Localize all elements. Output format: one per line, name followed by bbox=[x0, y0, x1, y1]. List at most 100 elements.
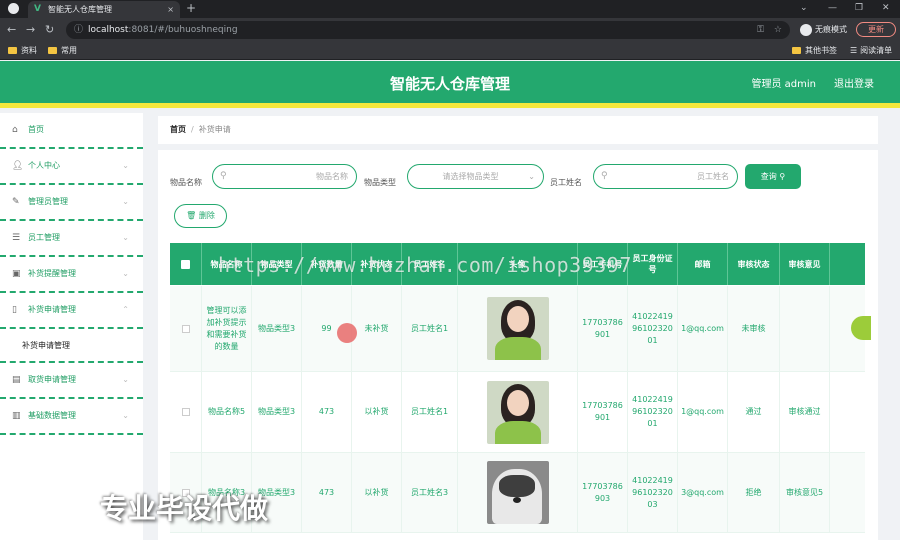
sidebar-item-admins[interactable]: ✎ 管理员管理 ⌄ bbox=[0, 185, 143, 221]
row-checkbox[interactable] bbox=[181, 324, 190, 333]
cell-quantity: 473 bbox=[302, 372, 352, 452]
watermark: https://www.huzhan.com/ishop39397 bbox=[218, 253, 632, 277]
sidebar-item-label: 管理员管理 bbox=[28, 197, 68, 206]
incognito-label: 无痕模式 bbox=[815, 25, 847, 34]
vue-logo-icon: V bbox=[34, 4, 41, 14]
sidebar-item-profile[interactable]: 👤︎ 个人中心 ⌄ bbox=[0, 149, 143, 185]
sidebar-item-label: 取货申请管理 bbox=[28, 375, 76, 384]
bookmarks-bar: 资料 常用 其他书签 ☰ 阅读清单 bbox=[0, 42, 900, 60]
restore-icon[interactable]: ❐ bbox=[855, 0, 863, 17]
item-name-search[interactable]: ⚲ bbox=[212, 164, 357, 189]
sidebar-item-label: 补货提醒管理 bbox=[28, 269, 76, 278]
sidebar-item-restock-reminder[interactable]: ▣ 补货提醒管理 ⌄ bbox=[0, 257, 143, 293]
cell-audit-opinion: 审核通过 bbox=[780, 372, 830, 452]
close-tab-icon[interactable]: × bbox=[167, 1, 174, 18]
url-input[interactable]: ⓘ localhost:8081/#/buhuoshneqing ⚿ ☆ bbox=[66, 21, 790, 39]
forward-icon[interactable]: → bbox=[26, 18, 35, 42]
box-icon: ▤ bbox=[12, 375, 21, 385]
breadcrumb-home[interactable]: 首页 bbox=[170, 125, 186, 134]
column-header[interactable]: 审核状态 bbox=[728, 243, 780, 285]
cell-audit-status: 拒绝 bbox=[728, 453, 780, 532]
browser-logo-icon bbox=[8, 3, 19, 14]
select-all-checkbox[interactable] bbox=[181, 259, 190, 269]
tab-search-icon[interactable]: ⌄ bbox=[800, 0, 808, 17]
item-name-input[interactable] bbox=[233, 165, 348, 188]
chevron-down-icon: ⌄ bbox=[122, 375, 129, 384]
cell-staff-name: 员工姓名1 bbox=[402, 372, 458, 452]
bookmark-label: 阅读清单 bbox=[860, 46, 893, 55]
search-icon: ⚲ bbox=[779, 172, 786, 181]
sidebar-item-base-data[interactable]: ▥ 基础数据管理 ⌄ bbox=[0, 399, 143, 435]
new-tab-icon[interactable]: + bbox=[186, 0, 196, 17]
sidebar-item-home[interactable]: ⌂ 首页 bbox=[0, 113, 143, 149]
sidebar-subitem-restock-apply[interactable]: 补货申请管理 bbox=[0, 329, 143, 363]
close-window-icon[interactable]: ✕ bbox=[882, 0, 890, 17]
key-icon[interactable]: ⚿ bbox=[757, 21, 764, 39]
star-icon[interactable]: ☆ bbox=[774, 21, 782, 39]
cell-restock-status: 以补货 bbox=[352, 372, 402, 452]
cell-idcard: 410224199610232003 bbox=[628, 453, 678, 532]
breadcrumb-current: 补货申请 bbox=[198, 125, 231, 134]
cell-email: 1@qq.com bbox=[678, 286, 728, 371]
chevron-up-icon: ⌃ bbox=[122, 305, 129, 314]
folder-icon bbox=[8, 47, 17, 54]
sidebar-item-restock-apply[interactable]: ▯ 补货申请管理 ⌃ bbox=[0, 293, 143, 329]
table-row[interactable]: 物品名称5 物品类型3 473 以补货 员工姓名1 17703786901 41… bbox=[170, 372, 865, 453]
staff-name-search[interactable]: ⚲ bbox=[593, 164, 738, 189]
incognito-indicator[interactable]: 无痕模式 bbox=[800, 21, 847, 39]
sidebar-item-label: 员工管理 bbox=[28, 233, 60, 242]
column-header[interactable]: 员工身份证号 bbox=[628, 243, 678, 285]
cell-phone: 17703786901 bbox=[578, 286, 628, 371]
site-info-icon[interactable]: ⓘ bbox=[74, 21, 83, 39]
url-host: localhost bbox=[88, 25, 129, 35]
sidebar: ⌂ 首页 👤︎ 个人中心 ⌄ ✎ 管理员管理 ⌄ ☰ 员工管理 ⌄ ▣ 补货提醒管理 ⌄ ▯ 补货申… bbox=[0, 113, 143, 540]
chevron-down-icon: ⌄ bbox=[122, 233, 129, 242]
query-button[interactable]: 查询 ⚲ bbox=[745, 164, 801, 189]
column-header[interactable]: 审核意见 bbox=[780, 243, 830, 285]
item-type-select[interactable]: 请选择物品类型 ⌄ bbox=[407, 164, 544, 189]
url-path: :8081/#/buhuoshneqing bbox=[128, 25, 238, 35]
reading-list-icon: ☰ bbox=[850, 46, 858, 55]
update-button[interactable]: 更新 bbox=[856, 22, 896, 37]
browser-tab[interactable]: V 智能无人仓库管理 × bbox=[28, 1, 180, 18]
sidebar-item-label: 首页 bbox=[28, 125, 44, 134]
bookmark-folder-2[interactable]: 常用 bbox=[48, 42, 77, 60]
cell-item-type: 物品类型3 bbox=[252, 286, 302, 371]
bookmark-folder-other[interactable]: 其他书签 bbox=[792, 42, 837, 60]
reload-icon[interactable]: ↻ bbox=[45, 18, 54, 42]
select-all-cell bbox=[170, 243, 202, 285]
table-row[interactable]: 物品名称3 物品类型3 473 以补货 员工姓名3 17703786903 41… bbox=[170, 453, 865, 533]
app-header: 智能无人仓库管理 管理员 admin 退出登录 bbox=[0, 61, 900, 108]
bookmark-label: 其他书签 bbox=[805, 46, 837, 55]
cell-idcard: 410224199610232001 bbox=[628, 372, 678, 452]
sidebar-item-pickup-apply[interactable]: ▤ 取货申请管理 ⌄ bbox=[0, 363, 143, 399]
folder-icon bbox=[792, 47, 801, 54]
chevron-down-icon: ⌄ bbox=[122, 411, 129, 420]
avatar bbox=[486, 461, 549, 524]
reading-list[interactable]: ☰ 阅读清单 bbox=[850, 42, 892, 60]
row-checkbox[interactable] bbox=[181, 408, 190, 416]
query-label: 查询 bbox=[760, 172, 777, 181]
staff-name-input[interactable] bbox=[614, 165, 729, 188]
click-indicator bbox=[337, 323, 357, 343]
incognito-icon bbox=[800, 23, 812, 36]
back-icon[interactable]: ← bbox=[7, 18, 16, 42]
logout-link[interactable]: 退出登录 bbox=[834, 61, 874, 108]
table-row[interactable]: 管理可以添加补货提示和需要补货的数量 物品类型3 99 未补货 员工姓名1 17… bbox=[170, 286, 865, 372]
cell-restock-status: 以补货 bbox=[352, 453, 402, 532]
cell-avatar bbox=[458, 372, 578, 452]
sidebar-item-staff[interactable]: ☰ 员工管理 ⌄ bbox=[0, 221, 143, 257]
side-toggle-button[interactable] bbox=[851, 316, 871, 340]
cell-quantity: 473 bbox=[302, 453, 352, 532]
bookmark-folder-1[interactable]: 资料 bbox=[8, 42, 37, 60]
cell-avatar bbox=[458, 286, 578, 371]
delete-button[interactable]: 🗑︎ 删除 bbox=[174, 204, 227, 228]
column-header[interactable]: 邮箱 bbox=[678, 243, 728, 285]
minimize-icon[interactable]: — bbox=[828, 0, 837, 17]
cell-restock-status: 未补货 bbox=[352, 286, 402, 371]
chevron-down-icon: ⌄ bbox=[528, 172, 535, 181]
cell-item-name: 物品名称5 bbox=[202, 372, 252, 452]
sidebar-item-label: 基础数据管理 bbox=[28, 411, 76, 420]
cell-email: 1@qq.com bbox=[678, 372, 728, 452]
cell-audit-status: 未审核 bbox=[728, 286, 780, 371]
